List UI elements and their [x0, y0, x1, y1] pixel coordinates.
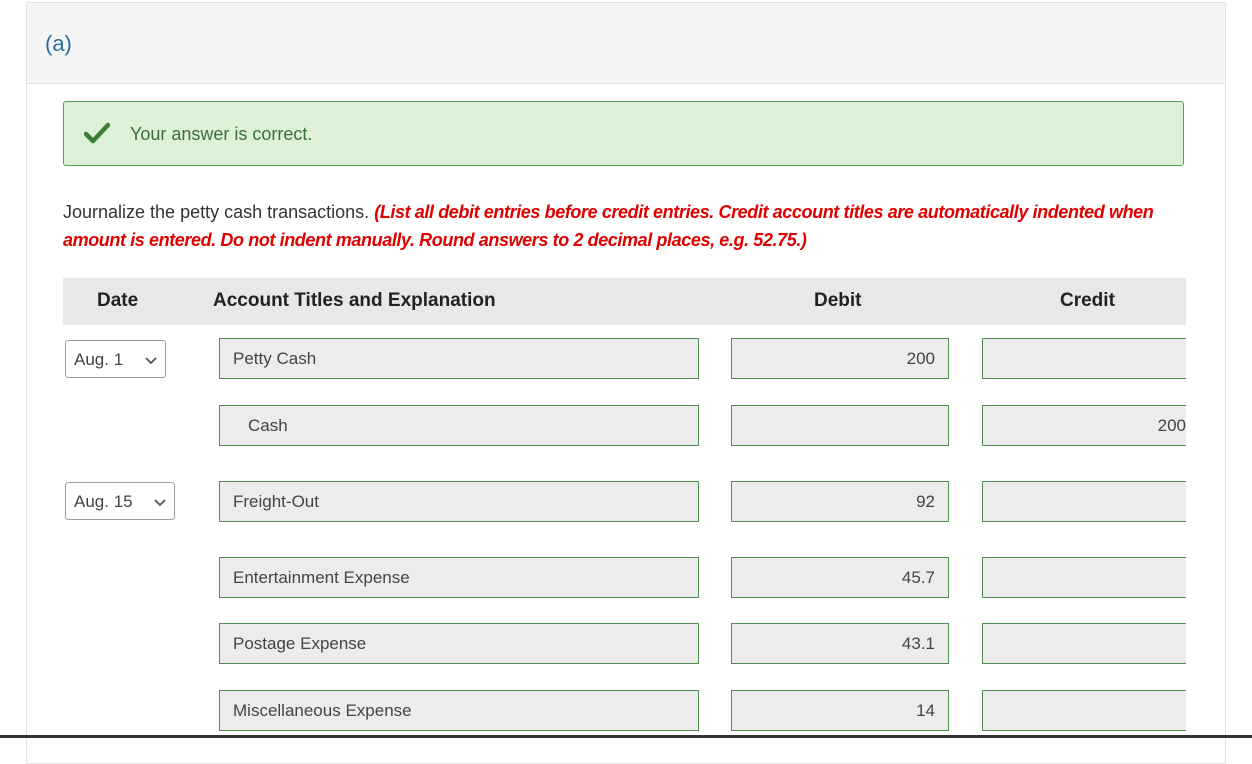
debit-field-row-5[interactable]: 43.1: [731, 623, 949, 664]
instructions-text: Journalize the petty cash transactions.: [63, 202, 370, 222]
instructions: Journalize the petty cash transactions. …: [63, 198, 1193, 254]
credit-field-row-2[interactable]: 200: [982, 405, 1186, 446]
debit-field-row-1[interactable]: 200: [731, 338, 949, 379]
credit-field-row-4[interactable]: [982, 557, 1186, 598]
debit-field-row-3[interactable]: 92: [731, 481, 949, 522]
header-debit: Debit: [814, 290, 862, 311]
account-field-row-6[interactable]: Miscellaneous Expense: [219, 690, 699, 731]
correct-answer-banner: Your answer is correct.: [63, 101, 1184, 166]
checkmark-icon: [84, 122, 110, 144]
panel-header: (a): [27, 3, 1225, 84]
debit-field-row-4[interactable]: 45.7: [731, 557, 949, 598]
header-account: Account Titles and Explanation: [213, 290, 496, 311]
chevron-down-icon: [145, 357, 157, 365]
account-field-row-2[interactable]: Cash: [219, 405, 699, 446]
credit-field-row-5[interactable]: [982, 623, 1186, 664]
account-field-row-1[interactable]: Petty Cash: [219, 338, 699, 379]
account-field-row-4[interactable]: Entertainment Expense: [219, 557, 699, 598]
credit-field-row-3[interactable]: [982, 481, 1186, 522]
debit-field-row-6[interactable]: 14: [731, 690, 949, 731]
account-field-row-5[interactable]: Postage Expense: [219, 623, 699, 664]
date-select-value: Aug. 15: [74, 492, 133, 511]
header-date: Date: [97, 290, 139, 311]
chevron-down-icon: [154, 499, 166, 507]
credit-field-row-6[interactable]: [982, 690, 1186, 731]
credit-field-row-1[interactable]: [982, 338, 1186, 379]
date-select-row-1[interactable]: Aug. 1: [65, 340, 166, 378]
part-label: (a): [45, 31, 72, 56]
journal-table-header: Date Account Titles and Explanation Debi…: [63, 278, 1186, 325]
header-credit: Credit: [1060, 290, 1115, 311]
date-select-row-3[interactable]: Aug. 15: [65, 482, 175, 520]
debit-field-row-2[interactable]: [731, 405, 949, 446]
date-select-value: Aug. 1: [74, 350, 124, 369]
feedback-message: Your answer is correct.: [130, 124, 313, 144]
account-field-row-3[interactable]: Freight-Out: [219, 481, 699, 522]
